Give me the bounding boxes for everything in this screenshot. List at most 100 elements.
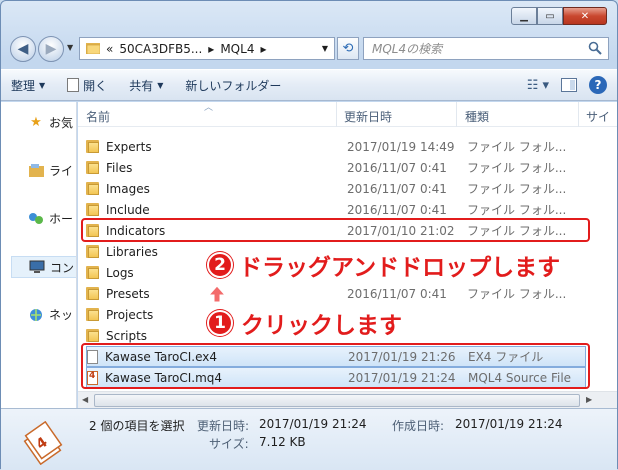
preview-pane-icon[interactable] — [561, 77, 577, 93]
recent-pages-dropdown[interactable]: ▼ — [67, 43, 73, 52]
column-header-row: ︿ 名前 更新日時 種類 サイ — [78, 102, 617, 127]
explorer-window: ▁ ▭ ✕ ◀ ▶ ▼ « 50CA3DFB5... ▸ MQL4 ▸ ▼ ⟲ … — [0, 0, 618, 470]
size-label: サイズ: — [209, 437, 249, 451]
file-row[interactable]: Images 2016/11/07 0:41 ファイル フォル... — [86, 178, 586, 199]
file-row[interactable]: Files 2016/11/07 0:41 ファイル フォル... — [86, 157, 586, 178]
nav-item-computer[interactable]: コン — [11, 256, 76, 278]
breadcrumb-segment[interactable]: MQL4 — [220, 42, 254, 56]
forward-arrow-icon: ▶ — [45, 41, 57, 57]
modified-label: 更新日時: — [197, 419, 250, 433]
file-type: ファイル フォル... — [467, 161, 567, 175]
chevron-down-icon: ▼ — [39, 80, 46, 90]
folder-icon — [86, 203, 99, 216]
organize-button[interactable]: 整理 ▼ — [11, 77, 45, 94]
column-header-size[interactable]: サイ — [586, 108, 610, 125]
column-divider[interactable] — [578, 102, 579, 127]
forward-button[interactable]: ▶ — [38, 36, 64, 62]
help-icon[interactable]: ? — [589, 76, 607, 94]
nav-item-label: ネッ — [49, 308, 74, 322]
open-button[interactable]: 開く — [67, 77, 107, 94]
document-icon — [67, 78, 80, 92]
refresh-icon: ⟲ — [342, 41, 354, 56]
scroll-right-icon[interactable]: ▶ — [586, 395, 592, 404]
column-divider[interactable] — [456, 102, 457, 127]
view-options-icon[interactable]: ☷ ▾ — [527, 78, 549, 93]
breadcrumb-prefix[interactable]: « — [106, 42, 113, 56]
selection-count: 2 個の項目を選択 — [89, 419, 185, 433]
refresh-button[interactable]: ⟲ — [337, 37, 359, 60]
share-label: 共有 — [129, 78, 154, 93]
file-name: Scripts — [106, 328, 148, 343]
navigation-pane: ★ お気 ライ ホー コン ネッ — [1, 102, 77, 408]
breadcrumb-segment[interactable]: 50CA3DFB5... — [119, 42, 202, 56]
created-value: 2017/01/19 21:24 — [455, 417, 563, 431]
breadcrumb-separator[interactable]: ▸ — [260, 42, 266, 56]
file-date: 2016/11/07 0:41 — [347, 181, 447, 196]
file-date: 2016/11/07 0:41 — [347, 202, 447, 217]
file-row[interactable]: Experts 2017/01/19 14:49 ファイル フォル... — [86, 136, 586, 157]
nav-item-favorites[interactable]: ★ お気 — [28, 114, 73, 131]
folder-icon — [86, 182, 99, 195]
chevron-down-icon: ▼ — [157, 80, 164, 90]
scrollbar-thumb[interactable] — [94, 394, 580, 407]
close-button[interactable]: ✕ — [563, 7, 607, 25]
column-header-date[interactable]: 更新日時 — [344, 108, 392, 125]
nav-item-label: コン — [50, 260, 75, 275]
folder-icon — [86, 287, 99, 300]
nav-item-libraries[interactable]: ライ — [28, 162, 73, 179]
file-row[interactable]: Include 2016/11/07 0:41 ファイル フォル... — [86, 199, 586, 220]
search-input[interactable]: MQL4の検索 — [363, 37, 609, 60]
breadcrumb-separator[interactable]: ▸ — [208, 42, 214, 56]
details-pane: 4 2 個の項目を選択 更新日時: 2017/01/19 21:24 作成日時:… — [1, 408, 617, 470]
folder-icon — [86, 140, 99, 153]
file-name: Files — [106, 160, 133, 175]
file-date: 2017/01/19 14:49 — [347, 139, 455, 154]
new-folder-label: 新しいフォルダー — [185, 78, 282, 93]
column-divider[interactable] — [336, 102, 337, 127]
indicators-highlight-box — [81, 218, 590, 242]
file-name: Include — [106, 202, 150, 217]
network-icon — [28, 308, 44, 322]
file-type: ファイル フォル... — [467, 140, 567, 154]
selected-files-highlight-box — [81, 343, 590, 389]
new-folder-button[interactable]: 新しいフォルダー — [185, 77, 281, 94]
search-placeholder: MQL4の検索 — [372, 42, 443, 56]
folder-icon — [86, 329, 99, 342]
file-name: Images — [106, 181, 150, 196]
scroll-left-icon[interactable]: ◀ — [82, 395, 88, 404]
horizontal-scrollbar[interactable]: ◀ ▶ — [78, 391, 617, 408]
library-icon — [28, 164, 44, 178]
folder-icon — [86, 43, 100, 54]
step-badge: 2 — [207, 252, 233, 278]
back-button[interactable]: ◀ — [10, 36, 36, 62]
address-bar[interactable]: « 50CA3DFB5... ▸ MQL4 ▸ ▼ — [79, 37, 335, 60]
column-header-type[interactable]: 種類 — [465, 108, 489, 125]
nav-item-homegroup[interactable]: ホー — [28, 210, 73, 227]
share-button[interactable]: 共有 ▼ — [129, 77, 163, 94]
search-icon[interactable] — [588, 41, 602, 55]
chevron-down-icon[interactable]: ▼ — [322, 44, 328, 53]
file-name: Presets — [106, 286, 150, 301]
folder-icon — [86, 266, 99, 279]
step-2-callout: ドラッグアンドドロップします — [239, 255, 561, 281]
column-header-name[interactable]: 名前 — [86, 108, 110, 125]
caption-buttons: ▁ ▭ ✕ — [511, 7, 607, 25]
sort-arrow-icon: ︿ — [204, 103, 214, 113]
nav-item-label: ライ — [49, 164, 74, 178]
file-date: 2016/11/07 0:41 — [347, 160, 447, 175]
file-row[interactable]: Presets 2016/11/07 0:41 ファイル フォル... — [86, 283, 586, 304]
nav-item-label: お気 — [49, 116, 74, 130]
nav-item-network[interactable]: ネッ — [28, 306, 73, 323]
organize-label: 整理 — [11, 78, 36, 93]
maximize-button[interactable]: ▭ — [537, 7, 563, 25]
star-icon: ★ — [30, 115, 42, 130]
view-controls: ☷ ▾ ? — [527, 76, 607, 94]
computer-icon — [29, 260, 45, 274]
nav-item-label: ホー — [49, 212, 74, 226]
multiple-files-icon: 4 — [23, 421, 63, 465]
open-label: 開く — [83, 78, 108, 93]
back-arrow-icon: ◀ — [17, 41, 29, 57]
step-1-callout: クリックします — [241, 313, 402, 339]
modified-value: 2017/01/19 21:24 — [259, 417, 367, 431]
minimize-button[interactable]: ▁ — [511, 7, 537, 25]
